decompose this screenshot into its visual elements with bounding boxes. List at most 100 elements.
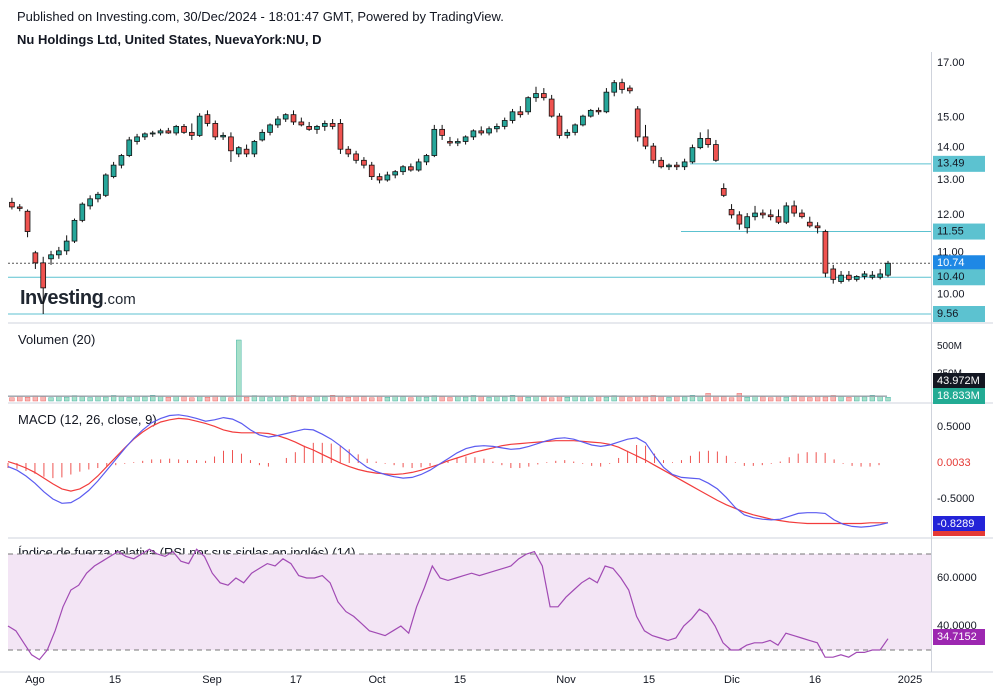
x-tick-label: 15: [109, 674, 121, 686]
candle: [603, 88, 610, 114]
volume-bar: [768, 397, 774, 402]
candle: [16, 204, 23, 212]
volume-bar: [877, 396, 883, 402]
candle: [204, 110, 211, 127]
candle-body-down: [775, 216, 782, 223]
candle-body-down: [650, 145, 657, 161]
volume-bar: [376, 396, 383, 402]
candle: [775, 209, 782, 225]
candle: [533, 86, 539, 102]
candle-body-up: [838, 274, 844, 282]
candle: [134, 133, 140, 145]
candle: [118, 153, 125, 169]
candle: [689, 144, 696, 164]
candle-body-up: [697, 138, 704, 149]
volume-bar: [838, 396, 844, 402]
candle-body-down: [9, 201, 15, 208]
candle-body-down: [165, 130, 172, 134]
candle: [486, 126, 492, 136]
candle-body-down: [361, 159, 367, 166]
candle: [32, 250, 39, 269]
volume-bar: [603, 396, 610, 402]
volume-bar: [267, 397, 273, 402]
last-price-badge: 10.74: [937, 257, 965, 269]
candle-body-down: [713, 144, 719, 161]
candle-body-down: [408, 166, 414, 171]
candle-body-up: [885, 262, 891, 276]
volume-bar: [48, 397, 54, 402]
candle: [494, 123, 500, 133]
volume-bar: [549, 397, 555, 402]
candle: [799, 209, 805, 219]
candle: [846, 271, 852, 282]
candle-body-down: [791, 205, 797, 214]
signal-last-badge: [933, 531, 985, 536]
candle-body-up: [681, 161, 688, 168]
candle-body-up: [220, 134, 226, 138]
volume-bar: [369, 397, 375, 402]
candle: [290, 110, 297, 125]
candle-body-up: [587, 109, 594, 117]
candle-body-down: [204, 114, 211, 124]
candle-body-up: [603, 91, 610, 113]
candle-body-up: [63, 240, 70, 252]
volume-bar: [447, 397, 453, 402]
candle-body-up: [87, 198, 93, 207]
candle-body-up: [525, 97, 532, 113]
candle: [282, 113, 289, 122]
candle: [470, 129, 477, 140]
candle: [806, 216, 813, 228]
candle-body-down: [290, 114, 297, 123]
candle-body-down: [814, 225, 821, 229]
price-mark-badge: 10.40: [937, 271, 965, 283]
candle: [9, 197, 15, 210]
candle-body-up: [486, 128, 492, 134]
candle: [673, 161, 680, 171]
candle-body-up: [666, 164, 672, 168]
volume-bar: [439, 396, 445, 402]
volume-bar: [783, 396, 789, 402]
candle: [337, 119, 344, 154]
candle-body-down: [720, 188, 727, 196]
volume-bar: [236, 339, 242, 402]
candle: [87, 195, 93, 210]
candle-body-up: [744, 216, 751, 229]
candle: [838, 271, 844, 284]
volume-bar: [24, 396, 31, 402]
candle-body-up: [580, 115, 586, 126]
candle: [126, 136, 133, 158]
candle-body-down: [345, 148, 352, 155]
candle: [509, 108, 516, 124]
candle: [71, 218, 78, 244]
candle-body-up: [118, 155, 125, 166]
candle: [791, 200, 797, 217]
x-tick-label: 17: [290, 674, 302, 686]
candle: [376, 173, 383, 184]
candle: [595, 107, 602, 115]
volume-bar: [165, 397, 171, 402]
volume-bar: [736, 393, 743, 402]
volume-bar: [666, 397, 672, 402]
x-tick-label: 2025: [898, 674, 922, 686]
volume-ma-badge: 43.972M: [937, 375, 980, 387]
candle-body-down: [188, 131, 195, 136]
x-tick-label: Oct: [368, 674, 385, 686]
candle-body-down: [228, 136, 234, 152]
candle: [259, 129, 266, 142]
candle: [666, 163, 672, 171]
candle-body-up: [494, 125, 500, 130]
volume-bar: [283, 396, 289, 402]
volume-bar: [361, 396, 367, 402]
candle: [415, 158, 422, 172]
candle-body-up: [173, 125, 180, 134]
volume-bar: [705, 393, 711, 402]
candle-body-down: [439, 128, 445, 136]
candle-body-up: [48, 254, 54, 260]
candle-body-up: [470, 130, 477, 138]
volume-bar: [619, 396, 625, 402]
candle-body-down: [24, 210, 31, 232]
candle: [728, 204, 735, 219]
candle-body-up: [501, 120, 508, 127]
candle: [306, 121, 312, 131]
candle: [314, 124, 320, 134]
